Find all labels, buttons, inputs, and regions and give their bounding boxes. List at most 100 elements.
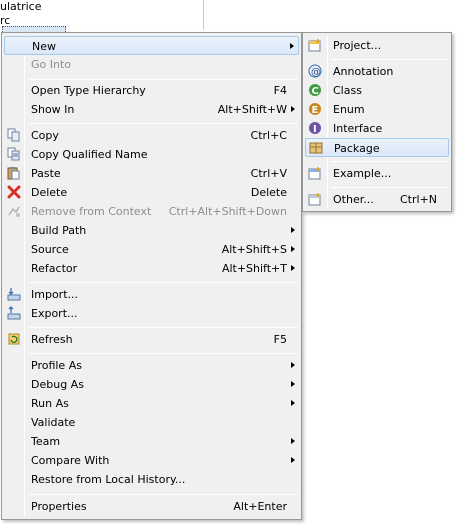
submenu-arrow-icon: [291, 106, 295, 112]
menu-item-shortcut: Ctrl+Alt+Shift+Down: [168, 205, 287, 218]
delete-icon: [7, 185, 21, 199]
menu-separator: [29, 494, 298, 495]
menu-item-shortcut: Delete: [250, 186, 287, 199]
submenu-arrow-icon: [290, 43, 294, 49]
menu-item-label: Team: [31, 435, 61, 448]
submenu-item-other[interactable]: Other... Ctrl+N: [305, 190, 449, 209]
svg-text:C: C: [312, 86, 319, 97]
menu-item-label: Build Path: [31, 224, 87, 237]
menu-item-label: Annotation: [333, 65, 394, 78]
menu-item-copy-qualified-name[interactable]: Copy Qualified Name: [4, 145, 299, 164]
project-icon: [308, 39, 321, 52]
submenu-item-interface[interactable]: I Interface: [305, 119, 449, 138]
view-divider: [203, 0, 204, 30]
menu-item-open-type-hierarchy[interactable]: Open Type Hierarchy F4: [4, 81, 299, 100]
menu-separator: [331, 161, 448, 162]
submenu-item-project[interactable]: Project...: [305, 36, 449, 55]
paste-icon: [7, 167, 20, 180]
menu-item-refactor[interactable]: Refactor Alt+Shift+T: [4, 259, 299, 278]
svg-text:I: I: [313, 124, 317, 135]
export-icon: [7, 306, 21, 320]
submenu-item-example[interactable]: Example...: [305, 164, 449, 183]
menu-item-label: Refactor: [31, 262, 78, 275]
menu-separator: [29, 327, 298, 328]
menu-item-label: Delete: [31, 186, 68, 199]
menu-item-label: Export...: [31, 307, 78, 320]
menu-item-label: Class: [333, 84, 362, 97]
menu-separator: [29, 353, 298, 354]
menu-item-label: Other...: [333, 193, 374, 206]
submenu-item-class[interactable]: C Class: [305, 81, 449, 100]
other-icon: [308, 193, 321, 206]
menu-item-shortcut: Alt+Enter: [233, 500, 287, 513]
menu-item-export[interactable]: Export...: [4, 304, 299, 323]
new-submenu: Project... @ Annotation C Class E Enum I…: [302, 32, 452, 212]
menu-item-label: Source: [31, 243, 69, 256]
copy-icon: [7, 128, 20, 142]
submenu-item-annotation[interactable]: @ Annotation: [305, 62, 449, 81]
menu-item-label: Show In: [31, 103, 75, 116]
menu-item-shortcut: F4: [273, 84, 287, 97]
project-explorer-tree: ulatrice rc: [0, 0, 205, 34]
menu-item-import[interactable]: Import...: [4, 285, 299, 304]
menu-item-source[interactable]: Source Alt+Shift+S: [4, 240, 299, 259]
remove-context-icon: [8, 206, 20, 217]
menu-item-build-path[interactable]: Build Path: [4, 221, 299, 240]
menu-item-delete[interactable]: Delete Delete: [4, 183, 299, 202]
menu-item-properties[interactable]: Properties Alt+Enter: [4, 497, 299, 516]
refresh-icon: [8, 333, 20, 345]
menu-item-compare-with[interactable]: Compare With: [4, 451, 299, 470]
svg-text:@: @: [311, 67, 321, 78]
menu-item-label: Validate: [31, 416, 76, 429]
menu-item-label: Import...: [31, 288, 78, 301]
menu-item-show-in[interactable]: Show In Alt+Shift+W: [4, 100, 299, 119]
menu-item-validate[interactable]: Validate: [4, 413, 299, 432]
menu-item-paste[interactable]: Paste Ctrl+V: [4, 164, 299, 183]
menu-item-shortcut: Alt+Shift+S: [221, 243, 287, 256]
menu-separator: [29, 282, 298, 283]
annotation-icon: @: [308, 64, 322, 78]
menu-item-remove-from-context[interactable]: Remove from Context Ctrl+Alt+Shift+Down: [4, 202, 299, 221]
svg-text:E: E: [312, 105, 319, 116]
menu-item-team[interactable]: Team: [4, 432, 299, 451]
menu-item-profile-as[interactable]: Profile As: [4, 356, 299, 375]
menu-item-label: Paste: [31, 167, 61, 180]
menu-item-label: Package: [334, 142, 380, 155]
menu-item-label: Example...: [333, 167, 392, 180]
menu-item-shortcut: Ctrl+V: [250, 167, 287, 180]
menu-item-label: Go Into: [31, 58, 72, 71]
submenu-item-package[interactable]: Package: [305, 138, 449, 157]
copy-qualified-icon: [7, 147, 20, 161]
menu-item-run-as[interactable]: Run As: [4, 394, 299, 413]
submenu-item-enum[interactable]: E Enum: [305, 100, 449, 119]
menu-item-debug-as[interactable]: Debug As: [4, 375, 299, 394]
menu-item-label: Compare With: [31, 454, 110, 467]
menu-separator: [331, 187, 448, 188]
menu-item-label: New: [32, 40, 56, 53]
menu-item-restore-from-local-history[interactable]: Restore from Local History...: [4, 470, 299, 489]
menu-item-label: Interface: [333, 122, 383, 135]
menu-item-label: Profile As: [31, 359, 82, 372]
submenu-arrow-icon: [291, 400, 295, 406]
interface-icon: I: [309, 122, 321, 135]
menu-item-label: Remove from Context: [31, 205, 152, 218]
menu-item-label: Copy Qualified Name: [31, 148, 148, 161]
submenu-arrow-icon: [291, 265, 295, 271]
menu-item-label: Debug As: [31, 378, 84, 391]
menu-item-shortcut: Alt+Shift+T: [221, 262, 287, 275]
menu-item-label: Copy: [31, 129, 59, 142]
submenu-arrow-icon: [291, 227, 295, 233]
menu-item-refresh[interactable]: Refresh F5: [4, 330, 299, 349]
menu-separator: [29, 79, 298, 80]
menu-separator: [331, 59, 448, 60]
submenu-arrow-icon: [291, 381, 295, 387]
menu-item-shortcut: Ctrl+C: [250, 129, 287, 142]
menu-item-go-into[interactable]: Go Into: [4, 55, 299, 74]
menu-item-new[interactable]: New: [4, 36, 299, 55]
class-icon: C: [309, 84, 321, 97]
menu-item-shortcut: Alt+Shift+W: [217, 103, 287, 116]
menu-item-copy[interactable]: Copy Ctrl+C: [4, 126, 299, 145]
menu-item-label: Enum: [333, 103, 365, 116]
tree-item-label[interactable]: ulatrice: [0, 0, 41, 13]
example-icon: [308, 167, 321, 180]
